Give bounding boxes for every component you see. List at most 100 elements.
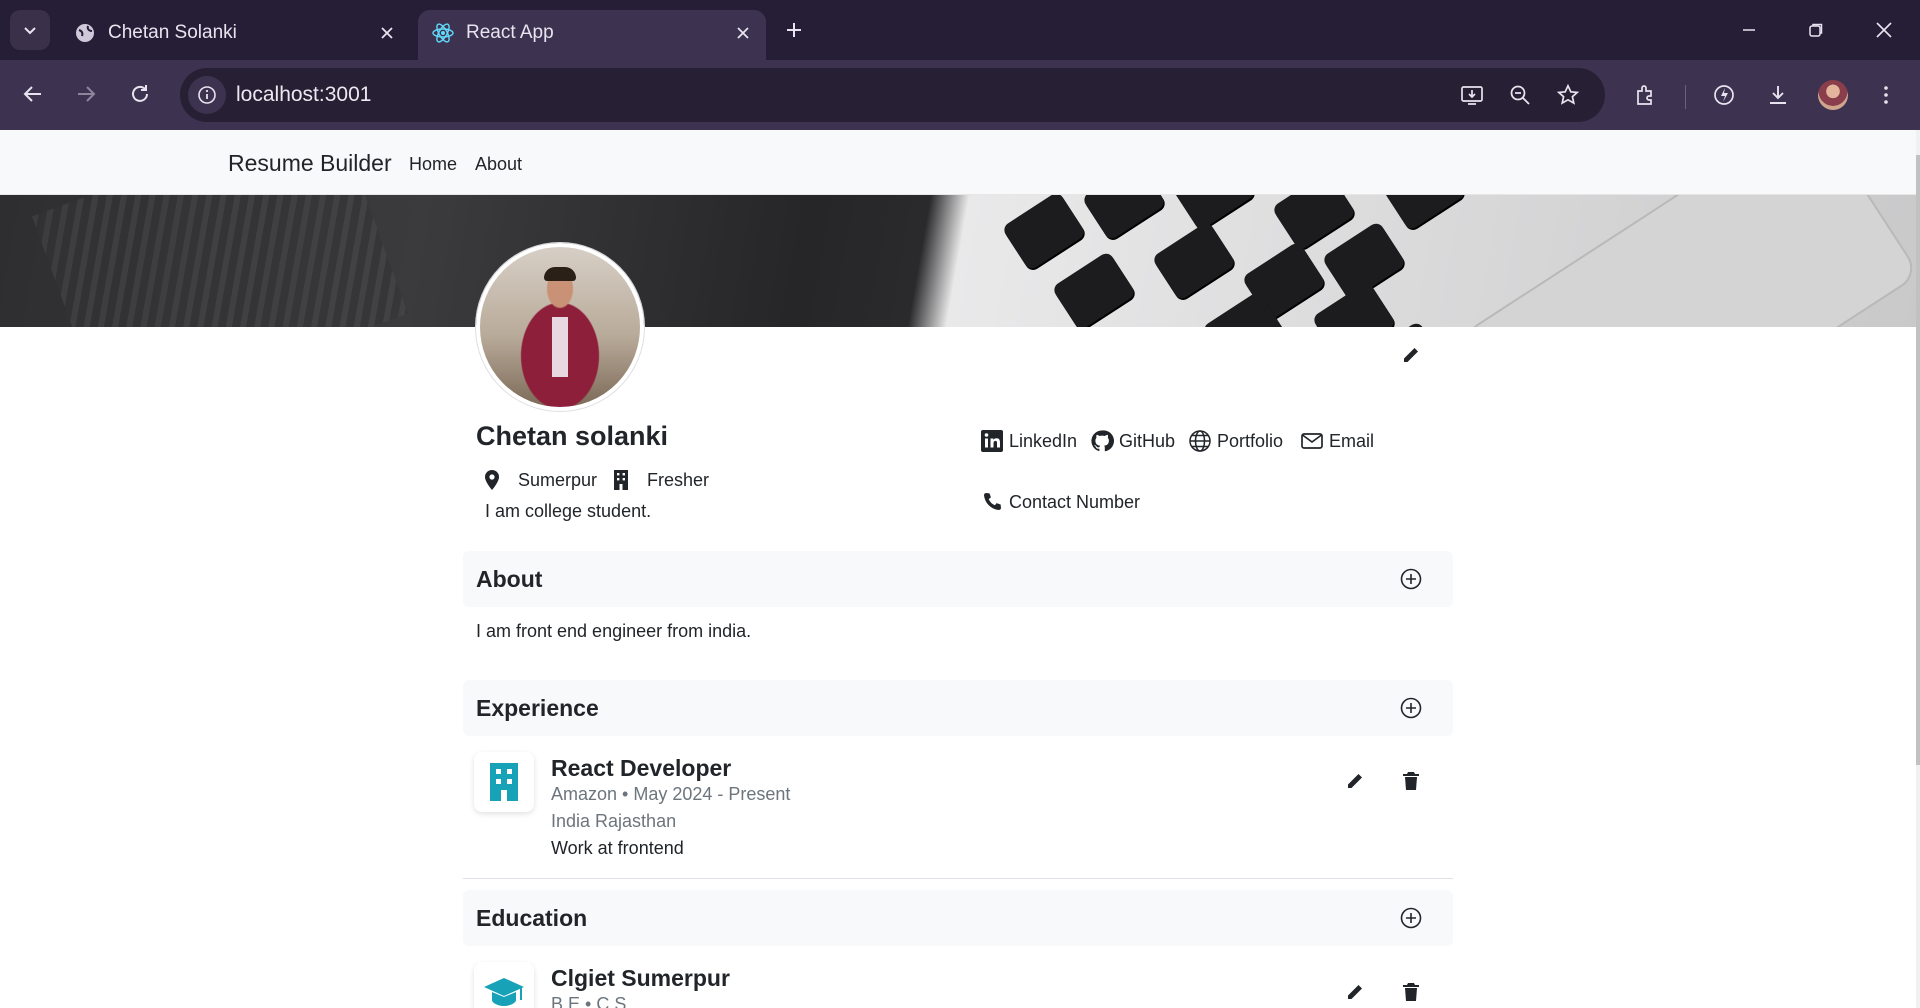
address-bar[interactable]: localhost:3001 <box>180 68 1605 122</box>
github-label: GitHub <box>1119 431 1176 451</box>
experience-description: Work at frontend <box>551 838 684 858</box>
linkedin-link[interactable]: LinkedIn <box>979 428 1077 454</box>
experience-company-dates: Amazon • May 2024 - Present <box>551 784 791 804</box>
browser-tab-bar: Chetan Solanki React App <box>0 0 1920 60</box>
react-icon <box>430 20 456 46</box>
plus-circle-icon <box>1400 568 1422 590</box>
tab-title: Chetan Solanki <box>108 22 237 43</box>
profile-meta: Sumerpur Fresher <box>480 468 721 492</box>
portfolio-link[interactable]: Portfolio <box>1187 428 1283 454</box>
zoom-icon[interactable] <box>1505 80 1535 110</box>
minimize-icon <box>1743 29 1755 31</box>
about-section-header: About <box>463 551 1453 607</box>
pencil-icon <box>1404 348 1418 362</box>
nav-link-home[interactable]: Home <box>409 153 457 175</box>
reload-icon <box>132 85 148 102</box>
forward-button[interactable] <box>66 74 106 114</box>
location-pin-icon <box>480 468 504 492</box>
building-icon <box>609 468 633 492</box>
close-tab-icon[interactable] <box>376 22 398 44</box>
email-label: Email <box>1329 431 1375 451</box>
education-title: Education <box>476 905 588 931</box>
profile-status: Fresher <box>647 469 710 490</box>
downloads-icon[interactable] <box>1760 77 1796 113</box>
browser-tab-react-app[interactable]: React App <box>418 10 766 60</box>
performance-icon[interactable] <box>1706 77 1742 113</box>
trash-icon <box>1403 772 1419 790</box>
experience-role: React Developer <box>551 755 732 781</box>
portfolio-label: Portfolio <box>1217 431 1284 451</box>
info-icon <box>198 86 216 104</box>
edit-profile-button[interactable] <box>1393 337 1429 373</box>
contact-number-link[interactable]: Contact Number <box>979 489 1140 515</box>
globe-icon <box>1187 428 1213 454</box>
arrow-left-icon <box>23 86 41 102</box>
browser-tab-chetan[interactable]: Chetan Solanki <box>60 10 410 60</box>
close-icon <box>1876 22 1892 38</box>
brand-link[interactable]: Resume Builder <box>228 150 392 176</box>
profile-name: Chetan solanki <box>476 421 669 451</box>
kebab-menu-icon[interactable] <box>1868 77 1904 113</box>
contact-number-label: Contact Number <box>1009 492 1141 512</box>
delete-education-button[interactable] <box>1393 974 1429 1008</box>
plus-circle-icon <box>1400 907 1422 929</box>
company-logo <box>474 752 534 812</box>
restore-icon <box>1809 23 1823 37</box>
restore-button[interactable] <box>1793 10 1839 50</box>
education-section-header: Education <box>463 890 1453 946</box>
add-about-button[interactable] <box>1397 565 1425 593</box>
github-link[interactable]: GitHub <box>1089 428 1175 454</box>
profile-photo <box>476 243 644 411</box>
profile-location: Sumerpur <box>518 469 598 490</box>
email-link[interactable]: Email <box>1299 428 1374 454</box>
globe-icon <box>72 20 98 46</box>
linkedin-icon <box>979 428 1005 454</box>
github-icon <box>1089 428 1115 454</box>
plus-circle-icon <box>1400 697 1422 719</box>
experience-section-header: Experience <box>463 680 1453 736</box>
nav-link-about[interactable]: About <box>475 153 522 175</box>
trash-icon <box>1403 983 1419 1001</box>
institution-logo <box>474 962 534 1008</box>
phone-icon <box>979 489 1005 515</box>
section-divider <box>463 878 1453 879</box>
reload-button[interactable] <box>120 74 160 114</box>
experience-title: Experience <box>476 695 599 721</box>
edit-experience-button[interactable] <box>1337 763 1373 799</box>
bookmark-star-icon[interactable] <box>1553 80 1583 110</box>
profile-bio: I am college student. <box>485 501 652 521</box>
arrow-right-icon <box>78 86 96 102</box>
site-info-button[interactable] <box>188 76 226 114</box>
tab-search-button[interactable] <box>10 10 50 50</box>
page-scrollbar-thumb[interactable] <box>1916 155 1920 765</box>
site-navbar: Resume Builder Home About <box>0 130 1920 195</box>
close-tab-icon[interactable] <box>732 22 754 44</box>
back-button[interactable] <box>13 74 53 114</box>
about-title: About <box>476 566 543 592</box>
plus-icon <box>787 23 801 37</box>
linkedin-label: LinkedIn <box>1009 431 1078 451</box>
new-tab-button[interactable] <box>776 12 812 48</box>
add-education-button[interactable] <box>1397 904 1425 932</box>
delete-experience-button[interactable] <box>1393 763 1429 799</box>
toolbar-separator <box>1685 85 1686 109</box>
building-icon <box>490 763 518 801</box>
pencil-icon <box>1348 985 1362 999</box>
minimize-button[interactable] <box>1726 10 1772 50</box>
url-text[interactable]: localhost:3001 <box>236 83 371 107</box>
extensions-icon[interactable] <box>1628 77 1664 113</box>
education-degree: B.E • C.S <box>551 994 627 1008</box>
browser-toolbar: localhost:3001 <box>0 60 1920 130</box>
tab-title: React App <box>466 22 554 43</box>
pencil-icon <box>1348 774 1362 788</box>
graduation-cap-icon <box>484 978 524 1006</box>
envelope-icon <box>1299 428 1325 454</box>
edit-education-button[interactable] <box>1337 974 1373 1008</box>
education-institution: Clgiet Sumerpur <box>551 965 730 991</box>
cover-banner-image <box>0 195 1916 327</box>
add-experience-button[interactable] <box>1397 694 1425 722</box>
profile-avatar-icon[interactable] <box>1818 80 1848 110</box>
install-app-icon[interactable] <box>1457 80 1487 110</box>
about-text: I am front end engineer from india. <box>476 621 752 641</box>
close-window-button[interactable] <box>1861 10 1907 50</box>
